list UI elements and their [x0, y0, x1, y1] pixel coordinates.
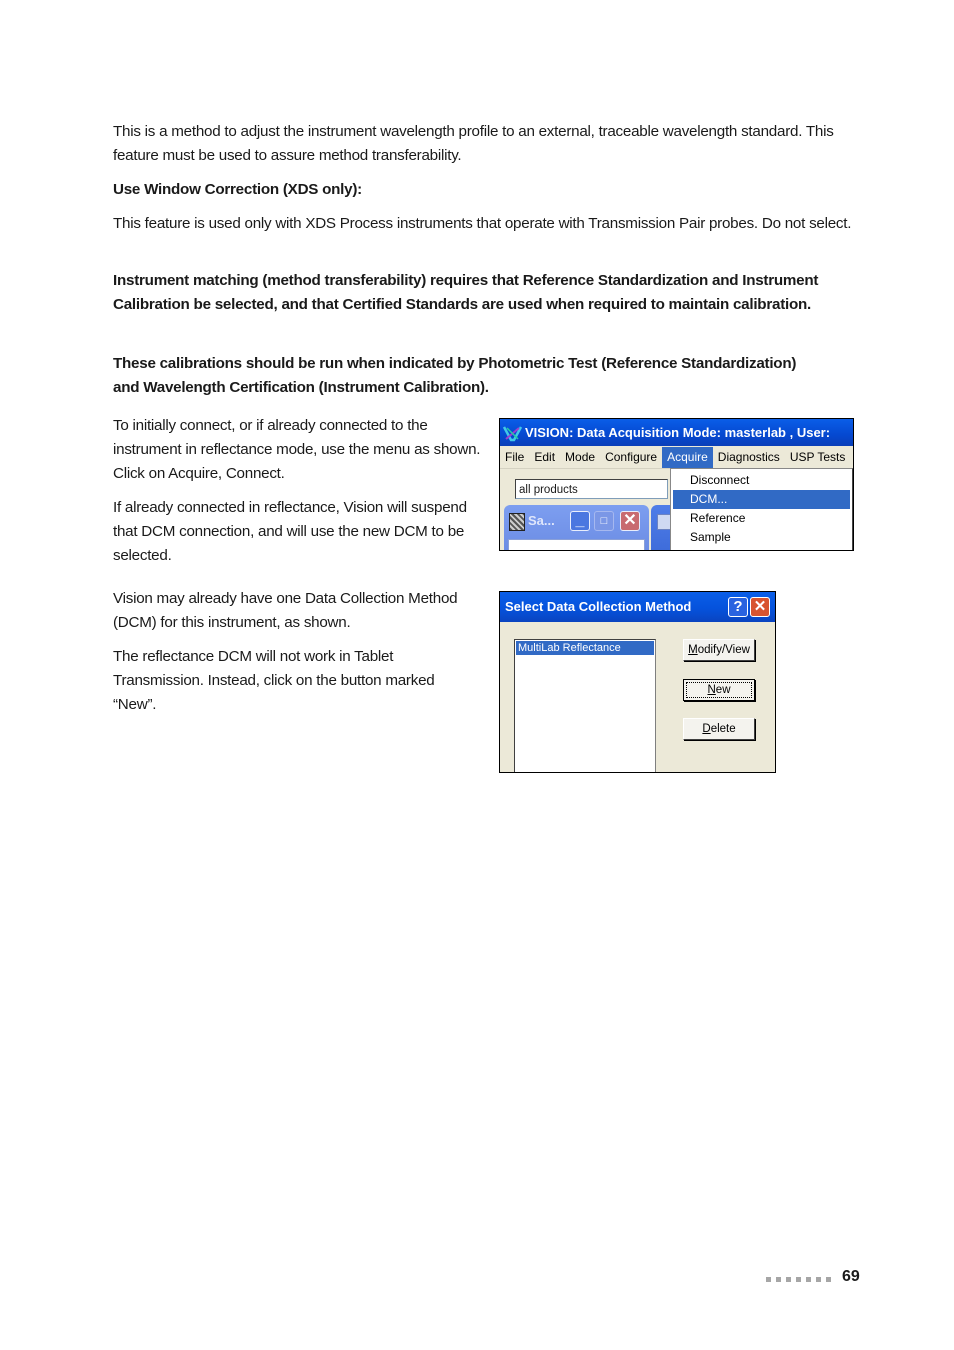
menu-item-reference[interactable]: Reference: [673, 509, 850, 528]
dcm-list-item[interactable]: MultiLab Reflectance: [516, 641, 654, 655]
sample-window-body: [508, 539, 645, 550]
vision-window-screenshot: VISION: Data Acquisition Mode: masterlab…: [499, 418, 854, 551]
matching-note: Instrument matching (method transferabil…: [113, 272, 819, 313]
close-icon: ✕: [623, 512, 637, 529]
new-mnemonic: N: [707, 684, 716, 696]
dialog-close-button[interactable]: ✕: [750, 597, 770, 617]
calibration-note: These calibrations should be run when in…: [113, 355, 797, 396]
existing-dcm-paragraph: Vision may already have one Data Collect…: [113, 590, 458, 631]
modify-view-mnemonic: M: [688, 644, 698, 656]
window-correction-heading: Use Window Correction (XDS only):: [113, 181, 362, 198]
page-dots-decoration: [766, 1277, 831, 1282]
sample-window-icon: [509, 513, 525, 531]
vision-title-bar: VISION: Data Acquisition Mode: masterlab…: [500, 419, 853, 446]
connect-paragraph: To initially connect, or if already conn…: [113, 417, 481, 482]
window-correction-paragraph: This feature is used only with XDS Proce…: [113, 215, 852, 232]
dcm-list[interactable]: MultiLab Reflectance: [514, 639, 656, 772]
menu-acquire[interactable]: Acquire: [662, 447, 713, 468]
minimize-icon: _: [575, 512, 585, 529]
delete-button[interactable]: Delete: [683, 718, 755, 740]
product-combo[interactable]: all products: [515, 479, 668, 499]
vision-menu-bar: File Edit Mode Configure Acquire Diagnos…: [500, 447, 853, 469]
vision-title: VISION: Data Acquisition Mode: masterlab…: [525, 425, 831, 440]
delete-label: elete: [710, 723, 736, 735]
sample-child-window: Sa... _ □ ✕: [504, 505, 649, 550]
modify-view-label: odify/View: [697, 644, 750, 656]
suspend-paragraph: If already connected in reflectance, Vis…: [113, 499, 467, 564]
page-number: 69: [842, 1268, 860, 1285]
menu-item-disconnect[interactable]: Disconnect: [673, 471, 850, 490]
menu-diagnostics[interactable]: Diagnostics: [713, 447, 785, 468]
help-icon: ?: [733, 598, 743, 615]
close-icon: ✕: [753, 598, 767, 615]
new-button[interactable]: New: [683, 679, 755, 701]
acquire-dropdown-menu: Disconnect DCM... Reference Sample: [670, 468, 853, 550]
maximize-icon: □: [600, 515, 608, 527]
menu-item-dcm[interactable]: DCM...: [673, 490, 850, 509]
menu-file[interactable]: File: [500, 447, 529, 468]
menu-edit[interactable]: Edit: [529, 447, 560, 468]
menu-configure[interactable]: Configure: [600, 447, 662, 468]
vision-logo-icon: [503, 425, 523, 441]
help-button[interactable]: ?: [728, 597, 748, 617]
delete-mnemonic: D: [702, 723, 711, 735]
close-button[interactable]: ✕: [620, 511, 640, 531]
new-label: ew: [715, 684, 731, 696]
select-dcm-dialog-screenshot: Select Data Collection Method ? ✕ MultiL…: [499, 591, 776, 773]
menu-mode[interactable]: Mode: [560, 447, 600, 468]
maximize-button[interactable]: □: [594, 511, 614, 531]
sample-window-title: Sa...: [528, 513, 555, 528]
menu-item-sample[interactable]: Sample: [673, 528, 850, 547]
dialog-title: Select Data Collection Method: [505, 599, 692, 614]
menu-usp-tests[interactable]: USP Tests: [785, 447, 851, 468]
intro-paragraph: This is a method to adjust the instrumen…: [113, 123, 834, 164]
new-button-paragraph: The reflectance DCM will not work in Tab…: [113, 648, 435, 713]
minimize-button[interactable]: _: [570, 511, 590, 531]
modify-view-button[interactable]: Modify/View: [683, 639, 755, 661]
